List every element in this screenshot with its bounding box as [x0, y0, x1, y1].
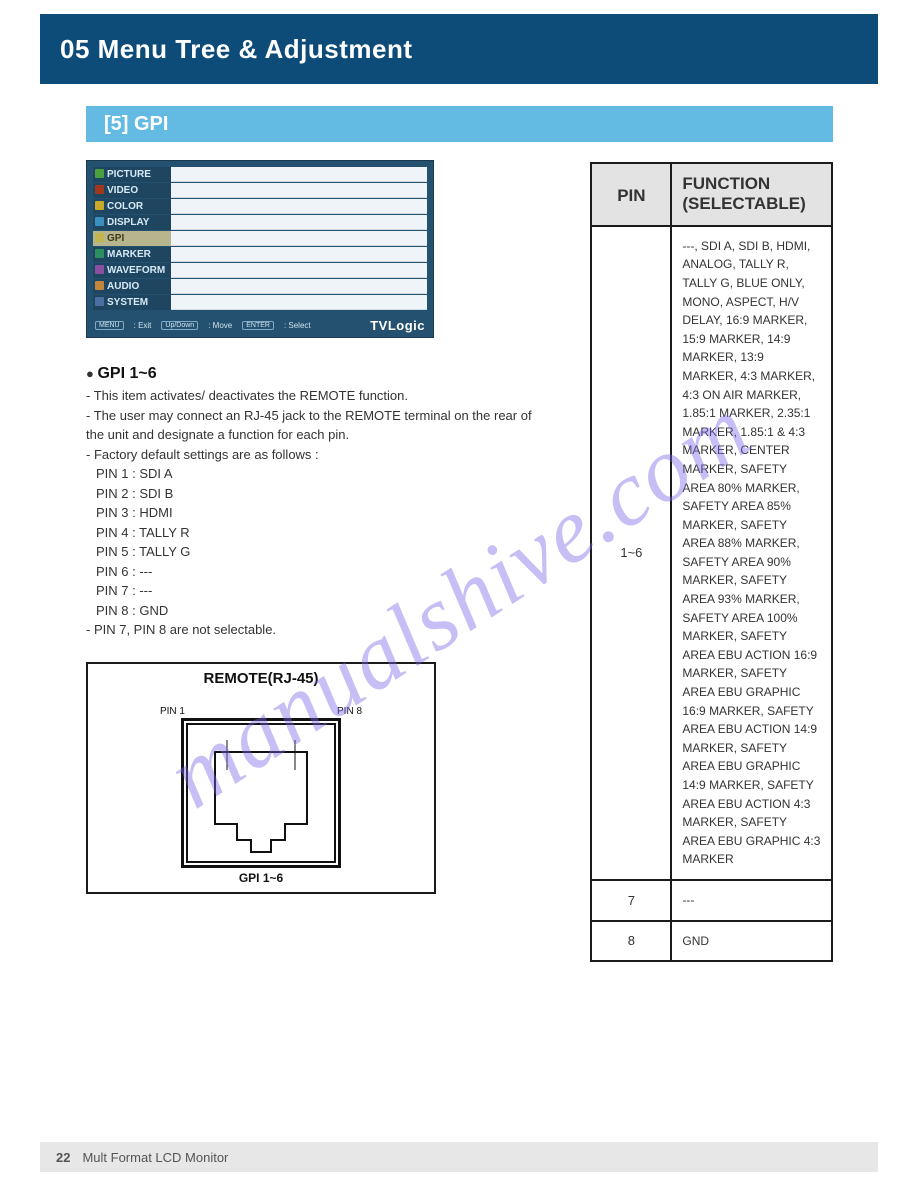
menu-item-picture: PICTURE: [93, 167, 171, 182]
page-number: 22: [56, 1150, 70, 1165]
td-pin: 7: [592, 881, 672, 920]
footer-text: Mult Format LCD Monitor: [82, 1150, 228, 1165]
connector-diagram: REMOTE(RJ-45) PIN 1 PIN 8 GPI 1~6: [86, 662, 436, 894]
td-pin: 8: [592, 922, 672, 961]
table-row: 1~6 ---, SDI A, SDI B, HDMI, ANALOG, TAL…: [592, 227, 831, 881]
hint-exit: : Exit: [134, 321, 152, 330]
body-line: - This item activates/ deactivates the R…: [86, 386, 550, 406]
connector-pin-right: PIN 8: [337, 706, 362, 717]
menu-value: [171, 279, 427, 294]
menu-item-audio: AUDIO: [93, 279, 171, 294]
menu-value: [171, 295, 427, 310]
osd-menu-screenshot: PICTURE VIDEO COLOR DISPLAY GPI MARKER W…: [86, 160, 434, 338]
pin-line: PIN 4 : TALLY R: [96, 523, 550, 543]
bullet-icon: ●: [86, 366, 94, 381]
connector-caption: GPI 1~6: [88, 871, 434, 885]
td-pin: 1~6: [592, 227, 672, 879]
pin-line: PIN 1 : SDI A: [96, 464, 550, 484]
osd-footer: MENU : Exit Up/Down : Move ENTER : Select T…: [95, 318, 425, 332]
hint-move: : Move: [208, 321, 232, 330]
connector-pin-left: PIN 1: [160, 706, 185, 717]
td-function: GND: [672, 922, 831, 961]
connector-label: REMOTE(RJ-45): [88, 670, 434, 687]
page-footer: 22 Mult Format LCD Monitor: [40, 1142, 878, 1172]
menu-value: [171, 183, 427, 198]
th-pin: PIN: [592, 164, 672, 225]
hint-select: : Select: [284, 321, 311, 330]
menu-value: [171, 263, 427, 278]
menu-value: [171, 215, 427, 230]
section-subheader: [5] GPI: [86, 106, 833, 142]
menu-value: [171, 167, 427, 182]
left-column: PICTURE VIDEO COLOR DISPLAY GPI MARKER W…: [86, 160, 550, 962]
menu-item-gpi: GPI: [93, 231, 171, 246]
kbd-updown: Up/Down: [161, 321, 198, 330]
pin-function-table: PIN FUNCTION (SELECTABLE) 1~6 ---, SDI A…: [590, 162, 833, 962]
kbd-menu: MENU: [95, 321, 124, 330]
pin-line: PIN 2 : SDI B: [96, 484, 550, 504]
pin-line: PIN 8 : GND: [96, 601, 550, 621]
menu-value: [171, 231, 427, 246]
th-function: FUNCTION (SELECTABLE): [672, 164, 831, 225]
rj45-icon: [181, 718, 341, 868]
pin-line: PIN 3 : HDMI: [96, 503, 550, 523]
section-title: GPI 1~6: [97, 365, 156, 382]
body-text: ● GPI 1~6 - This item activates/ deactiv…: [86, 362, 550, 640]
menu-item-waveform: WAVEFORM: [93, 263, 171, 278]
menu-item-color: COLOR: [93, 199, 171, 214]
pin-line: PIN 5 : TALLY G: [96, 542, 550, 562]
body-line: - The user may connect an RJ-45 jack to …: [86, 406, 550, 445]
table-row: 7 ---: [592, 881, 831, 922]
menu-value: [171, 199, 427, 214]
menu-item-marker: MARKER: [93, 247, 171, 262]
content-row: PICTURE VIDEO COLOR DISPLAY GPI MARKER W…: [86, 160, 833, 962]
td-function: ---, SDI A, SDI B, HDMI, ANALOG, TALLY R…: [672, 227, 831, 879]
kbd-enter: ENTER: [242, 321, 274, 330]
pin-line: PIN 7 : ---: [96, 581, 550, 601]
menu-item-system: SYSTEM: [93, 295, 171, 310]
table-row: 8 GND: [592, 922, 831, 961]
body-line: - Factory default settings are as follow…: [86, 445, 550, 465]
menu-value: [171, 247, 427, 262]
table-header: PIN FUNCTION (SELECTABLE): [592, 164, 831, 227]
pin-line: PIN 6 : ---: [96, 562, 550, 582]
td-function: ---: [672, 881, 831, 920]
osd-logo: TVLogic: [370, 318, 425, 333]
menu-item-video: VIDEO: [93, 183, 171, 198]
page-header: 05 Menu Tree & Adjustment: [40, 14, 878, 84]
menu-item-display: DISPLAY: [93, 215, 171, 230]
body-line: - PIN 7, PIN 8 are not selectable.: [86, 620, 550, 640]
